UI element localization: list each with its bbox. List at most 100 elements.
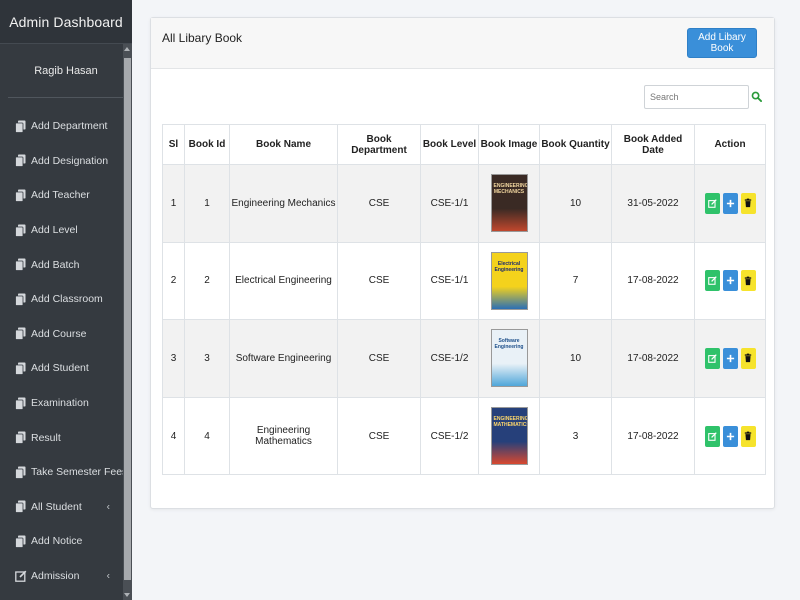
plus-icon (726, 199, 734, 207)
search-input[interactable] (644, 85, 749, 109)
sidebar-item-add-batch[interactable]: Add Batch (0, 247, 132, 282)
table-row: 2 2 Electrical Engineering CSE CSE-1/1 Electr… (162, 241, 766, 321)
header-book-image[interactable]: Book Image (478, 124, 540, 165)
cell-book-department: CSE (337, 396, 421, 476)
cell-sl: 1 (162, 164, 185, 243)
cell-book-name: Electrical Engineering (229, 241, 338, 321)
sidebar-item-label: Add Teacher (31, 189, 90, 202)
cell-action (694, 164, 766, 243)
edit-icon (15, 570, 27, 583)
delete-button[interactable] (740, 347, 756, 369)
sidebar-item-add-department[interactable]: Add Department (0, 109, 132, 144)
sidebar-item-label: Result (31, 431, 61, 444)
header-book-name[interactable]: Book Name (229, 124, 338, 165)
sidebar-item-add-student[interactable]: Add Student (0, 351, 132, 386)
add-button[interactable] (722, 270, 738, 292)
cell-book-id: 2 (184, 241, 230, 321)
trash-icon (744, 276, 752, 285)
header-book-level[interactable]: Book Level (420, 124, 479, 165)
book-cover-title: Electrical Engineering (494, 260, 524, 273)
cell-book-image: Electrical Engineering (478, 241, 540, 321)
sidebar-brand[interactable]: Admin Dashboard (0, 0, 132, 44)
header-sl[interactable]: Sl (162, 124, 185, 165)
table-row: 3 3 Software Engineering CSE CSE-1/2 Software… (162, 319, 766, 398)
cell-book-added-date: 17-08-2022 (611, 396, 695, 476)
page-title: All Libary Book (162, 31, 243, 45)
copy-icon (15, 154, 26, 168)
book-cover-image[interactable]: ENGINEERING MATHEMATICS (490, 407, 528, 466)
sidebar-item-label: Add Level (31, 224, 78, 237)
cell-book-quantity: 10 (539, 319, 612, 398)
sidebar-item-admission[interactable]: Admission ‹ (0, 559, 132, 594)
book-cover-title: Software Engineering (494, 338, 524, 351)
scroll-up-arrow-icon[interactable] (124, 47, 130, 51)
sidebar-item-add-level[interactable]: Add Level (0, 213, 132, 248)
cell-book-image: ENGINEERING MATHEMATICS (478, 396, 540, 476)
sidebar-item-add-notice[interactable]: Add Notice (0, 524, 132, 559)
edit-icon (707, 276, 717, 286)
delete-button[interactable] (740, 270, 756, 292)
copy-icon (15, 258, 26, 272)
cell-book-name: Software Engineering (229, 319, 338, 398)
action-buttons (695, 270, 765, 292)
sidebar-item-all-student[interactable]: All Student ‹ (0, 490, 132, 525)
delete-button[interactable] (740, 425, 756, 447)
book-cover-image[interactable]: Software Engineering (490, 329, 528, 388)
sidebar-item-examination[interactable]: Examination (0, 386, 132, 421)
sidebar-item-add-teacher[interactable]: Add Teacher (0, 178, 132, 213)
cell-book-level: CSE-1/2 (420, 319, 479, 398)
sidebar-item-add-classroom[interactable]: Add Classroom (0, 282, 132, 317)
cell-action (694, 396, 766, 476)
header-book-quantity[interactable]: Book Quantity (539, 124, 612, 165)
table-header-row: Sl Book Id Book Name Book Department Boo… (162, 124, 766, 165)
cell-book-department: CSE (337, 164, 421, 243)
edit-button[interactable] (704, 192, 720, 214)
edit-icon (707, 431, 717, 441)
cell-book-quantity: 3 (539, 396, 612, 476)
sidebar-item-label: Add Classroom (31, 293, 103, 306)
copy-icon (15, 293, 26, 306)
table-row: 4 4 Engineering Mathematics CSE CSE-1/2 ENGIN… (162, 396, 766, 476)
scroll-down-arrow-icon[interactable] (124, 593, 130, 597)
delete-button[interactable] (740, 192, 756, 214)
cell-book-department: CSE (337, 319, 421, 398)
add-button[interactable] (722, 347, 738, 369)
sidebar-item-take-semester-fees[interactable]: Take Semester Fees (0, 455, 132, 490)
card-header: All Libary Book Add Libary Book (151, 18, 774, 69)
add-library-book-button[interactable]: Add Libary Book (687, 28, 757, 58)
search-icon[interactable] (751, 91, 762, 102)
user-name[interactable]: Ragib Hasan (8, 44, 124, 98)
book-cover-image[interactable]: Electrical Engineering (490, 251, 528, 310)
cell-book-id: 3 (184, 319, 230, 398)
edit-button[interactable] (704, 425, 720, 447)
plus-icon (726, 354, 734, 363)
add-button[interactable] (722, 425, 738, 447)
trash-icon (744, 198, 752, 208)
cell-book-level: CSE-1/1 (420, 241, 479, 321)
cell-sl: 2 (162, 241, 185, 321)
sidebar-item-label: Add Designation (31, 154, 109, 167)
copy-icon (15, 224, 26, 237)
sidebar-item-label: Add Course (31, 327, 87, 340)
book-cover-title: ENGINEERING MATHEMATICS (493, 416, 528, 429)
header-book-department[interactable]: Book Department (337, 124, 421, 165)
edit-button[interactable] (704, 270, 720, 292)
edit-icon (707, 199, 717, 208)
header-book-id[interactable]: Book Id (184, 124, 230, 165)
book-cover-image[interactable]: ENGINEERING MECHANICS (490, 174, 528, 233)
add-button[interactable] (722, 192, 738, 214)
scrollbar-thumb[interactable] (124, 58, 131, 580)
cell-sl: 3 (162, 319, 185, 398)
cell-book-added-date: 17-08-2022 (611, 319, 695, 398)
cell-action (694, 319, 766, 398)
sidebar-item-add-designation[interactable]: Add Designation (0, 144, 132, 179)
sidebar-scrollbar[interactable] (123, 44, 132, 600)
edit-button[interactable] (704, 347, 720, 369)
header-book-added-date[interactable]: Book Added Date (611, 124, 695, 165)
sidebar-item-result[interactable]: Result (0, 420, 132, 455)
copy-icon (15, 500, 26, 514)
copy-icon (15, 120, 26, 133)
cell-book-added-date: 17-08-2022 (611, 241, 695, 321)
sidebar-item-add-course[interactable]: Add Course (0, 317, 132, 352)
sidebar-item-label: Add Notice (31, 535, 83, 548)
